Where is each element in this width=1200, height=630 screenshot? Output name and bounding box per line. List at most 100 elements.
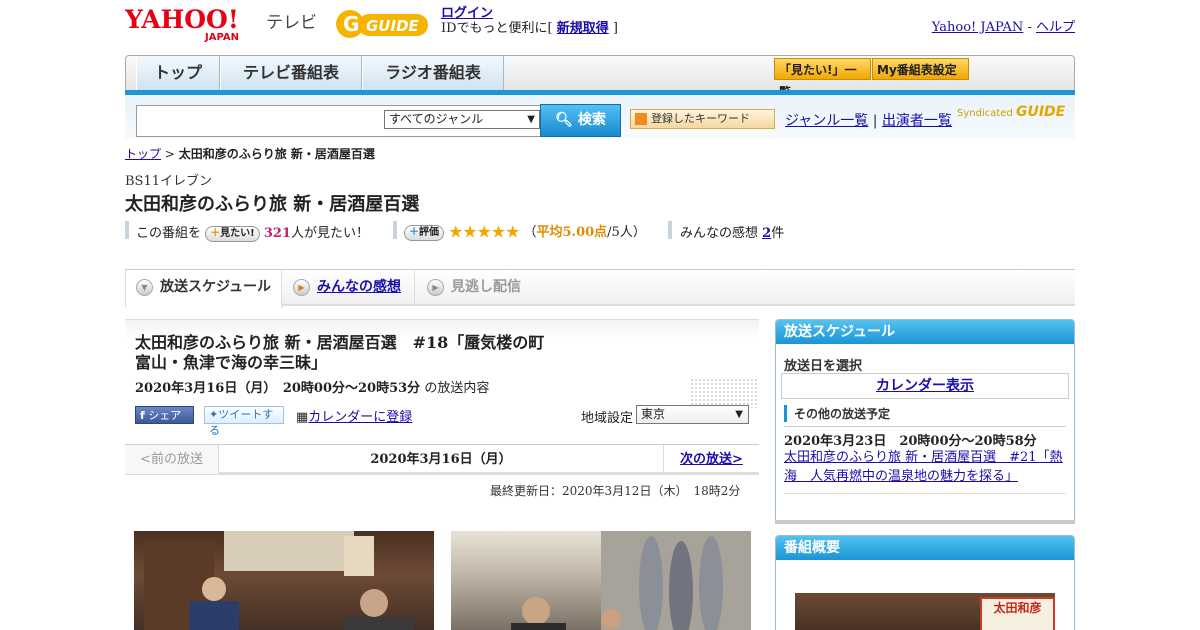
region-label: 地域設定 xyxy=(581,411,634,426)
calendar-icon: ▦ xyxy=(296,410,309,425)
search-button[interactable]: 🔍︎ 検索 xyxy=(540,104,621,137)
yahoo-japan-logo[interactable]: YAHOO! JAPAN xyxy=(124,5,260,43)
login-hint-pre: IDでもっと便利に[ xyxy=(441,21,557,36)
divider xyxy=(668,221,672,239)
gguide-logo[interactable]: G GUIDE xyxy=(334,6,434,42)
search-link-separator: | xyxy=(868,113,882,129)
help-link[interactable]: ヘルプ xyxy=(1036,20,1075,35)
yahoo-japan-link[interactable]: Yahoo! JAPAN xyxy=(932,20,1024,35)
episode-date-time: 2020年3月16日（月） 20時00分～20時53分 xyxy=(135,381,421,396)
breadcrumb: トップ > 太田和彦のふらり旅 新・居酒屋百選 xyxy=(125,145,375,162)
chevron-down-icon: ▼ xyxy=(527,114,535,125)
region-select-value: 東京 xyxy=(641,407,666,421)
impressions-suffix: 件 xyxy=(771,226,785,241)
calendar-register-link[interactable]: カレンダーに登録 xyxy=(308,410,412,425)
select-date-label: 放送日を選択 xyxy=(784,359,863,374)
star-rating-icon: ★★★★★ xyxy=(448,222,520,243)
genre-select-value: すべてのジャンル xyxy=(389,112,484,126)
nav-tab-radio-schedule[interactable]: ラジオ番組表 xyxy=(362,56,504,90)
average-score: 平均5.00点 xyxy=(536,225,608,240)
current-broadcast-date: 2020年3月16日（月） xyxy=(370,452,512,467)
tab-impressions-label[interactable]: みんなの感想 xyxy=(317,279,401,295)
avg-prefix: （ xyxy=(523,225,537,240)
other-schedule-link[interactable]: 太田和彦のふらり旅 新・居酒屋百選 #21「熱海 人気再燃中の温泉地の魅力を探る… xyxy=(784,450,1063,484)
chevron-down-icon: ▼ xyxy=(735,409,743,420)
want-count: 321 xyxy=(263,226,291,241)
want-prefix: この番組を xyxy=(136,226,202,241)
next-broadcast-link[interactable]: 次の放送> xyxy=(680,452,743,467)
signup-link[interactable]: 新規取得 xyxy=(557,21,609,36)
login-link[interactable]: ログイン xyxy=(441,6,493,21)
episode-photo[interactable] xyxy=(451,531,751,630)
want-to-watch-block: この番組を ＋見たい! 321人が見たい！ xyxy=(136,222,369,242)
tab-schedule[interactable]: ▼ 放送スケジュール xyxy=(125,270,282,308)
decorative-pattern xyxy=(690,378,759,408)
login-hint-post: ] xyxy=(608,21,618,36)
episode-title: 太田和彦のふらり旅 新・居酒屋百選 #18「蜃気楼の町 富山・魚津で海の幸三昧」 xyxy=(135,333,561,372)
calendar-view-button[interactable]: カレンダー表示 xyxy=(781,373,1069,399)
login-block: ログイン IDでもっと便利に[ 新規取得 ] xyxy=(441,6,618,36)
header-links: Yahoo! JAPAN - ヘルプ xyxy=(932,16,1075,35)
episode-airtime: 2020年3月16日（月） 20時00分～20時53分 の放送内容 xyxy=(135,377,489,396)
yahoo-logo-text: YAHOO! xyxy=(125,6,239,34)
divider xyxy=(125,221,129,239)
saved-keywords-button[interactable]: 登録したキーワード xyxy=(630,109,775,129)
share-label: シェア xyxy=(148,409,182,422)
want-suffix: 人が見たい！ xyxy=(291,226,370,241)
tab-vod[interactable]: ▶ 見逃し配信 xyxy=(417,270,557,305)
genre-select[interactable]: すべてのジャンル ▼ xyxy=(384,110,540,129)
divider xyxy=(393,221,397,239)
facebook-icon: f xyxy=(140,409,145,422)
calendar-register: ▦カレンダーに登録 xyxy=(296,406,412,425)
region-select[interactable]: 東京 ▼ xyxy=(636,405,749,424)
program-sign: 太田和彦 xyxy=(980,597,1055,630)
page-title: 太田和彦のふらり旅 新・居酒屋百選 xyxy=(125,194,420,215)
episode-photo[interactable] xyxy=(134,531,434,630)
prev-broadcast-link[interactable]: <前の放送 xyxy=(125,445,219,474)
rating-block: ＋評価 ★★★★★ （平均5.00点/5人） xyxy=(404,221,646,243)
rate-button[interactable]: ＋評価 xyxy=(404,224,444,241)
breadcrumb-top-link[interactable]: トップ xyxy=(125,147,161,161)
search-links: ジャンル一覧 | 出演者一覧 xyxy=(785,110,952,130)
watchlist-button[interactable]: 「見たい!」一覧 xyxy=(774,58,871,99)
tab-impressions[interactable]: ▶ みんなの感想 xyxy=(283,270,415,305)
want-to-watch-button[interactable]: ＋見たい! xyxy=(205,225,260,242)
facebook-share-button[interactable]: f シェア xyxy=(135,406,194,424)
other-schedule-item: 太田和彦のふらり旅 新・居酒屋百選 #21「熱海 人気再燃中の温泉地の魅力を探る… xyxy=(784,448,1066,486)
triangle-down-icon xyxy=(635,113,647,125)
nav-tab-tv-schedule[interactable]: テレビ番組表 xyxy=(220,56,362,90)
breadcrumb-current: 太田和彦のふらり旅 新・居酒屋百選 xyxy=(178,147,375,161)
chevron-down-icon: ▼ xyxy=(136,279,153,296)
other-schedule-label: その他の放送予定 xyxy=(784,405,890,422)
nav-tab-top[interactable]: トップ xyxy=(136,56,220,90)
performer-list-link[interactable]: 出演者一覧 xyxy=(882,113,952,129)
overview-box-title: 番組概要 xyxy=(776,536,1074,560)
saved-keywords-label: 登録したキーワード xyxy=(651,112,750,125)
breadcrumb-separator: > xyxy=(161,147,179,161)
my-schedule-button[interactable]: My番組表設定 xyxy=(872,58,969,80)
tab-schedule-label: 放送スケジュール xyxy=(160,279,272,295)
last-updated: 最終更新日：2020年3月12日（木） 18時2分 xyxy=(490,484,741,498)
play-icon: ▶ xyxy=(293,279,310,296)
genre-list-link[interactable]: ジャンル一覧 xyxy=(785,113,868,129)
channel-name: BS11イレブン xyxy=(125,174,213,189)
divider xyxy=(784,493,1066,494)
gguide-logo-text: GUIDE xyxy=(366,17,420,35)
yahoo-logo-sub: JAPAN xyxy=(204,32,239,42)
subtabs: ▼ 放送スケジュール ▶ みんなの感想 ▶ 見逃し配信 xyxy=(125,269,1075,308)
impressions-count-link[interactable]: 2 xyxy=(762,226,771,241)
divider xyxy=(784,426,1066,427)
search-button-label: 検索 xyxy=(577,112,606,128)
episode-date-suffix: の放送内容 xyxy=(424,381,490,396)
other-schedule-time: 2020年3月23日 20時00分～20時58分 xyxy=(784,434,1037,449)
plus-icon: ＋ xyxy=(210,227,221,239)
main-nav: トップ テレビ番組表 ラジオ番組表 「見たい!」一覧 My番組表設定 xyxy=(125,55,1075,99)
impressions-summary: みんなの感想 2件 xyxy=(680,222,784,241)
syndicated-gguide-logo: Syndicated GUIDE xyxy=(957,104,1065,120)
search-icon: 🔍︎ xyxy=(555,112,573,128)
calendar-view-link[interactable]: カレンダー表示 xyxy=(876,378,974,394)
twitter-icon: ✦ xyxy=(209,408,219,421)
tweet-button[interactable]: ✦ツイートする xyxy=(204,406,284,437)
play-icon: ▶ xyxy=(427,279,444,296)
syndicated-label: Syndicated xyxy=(957,108,1013,119)
